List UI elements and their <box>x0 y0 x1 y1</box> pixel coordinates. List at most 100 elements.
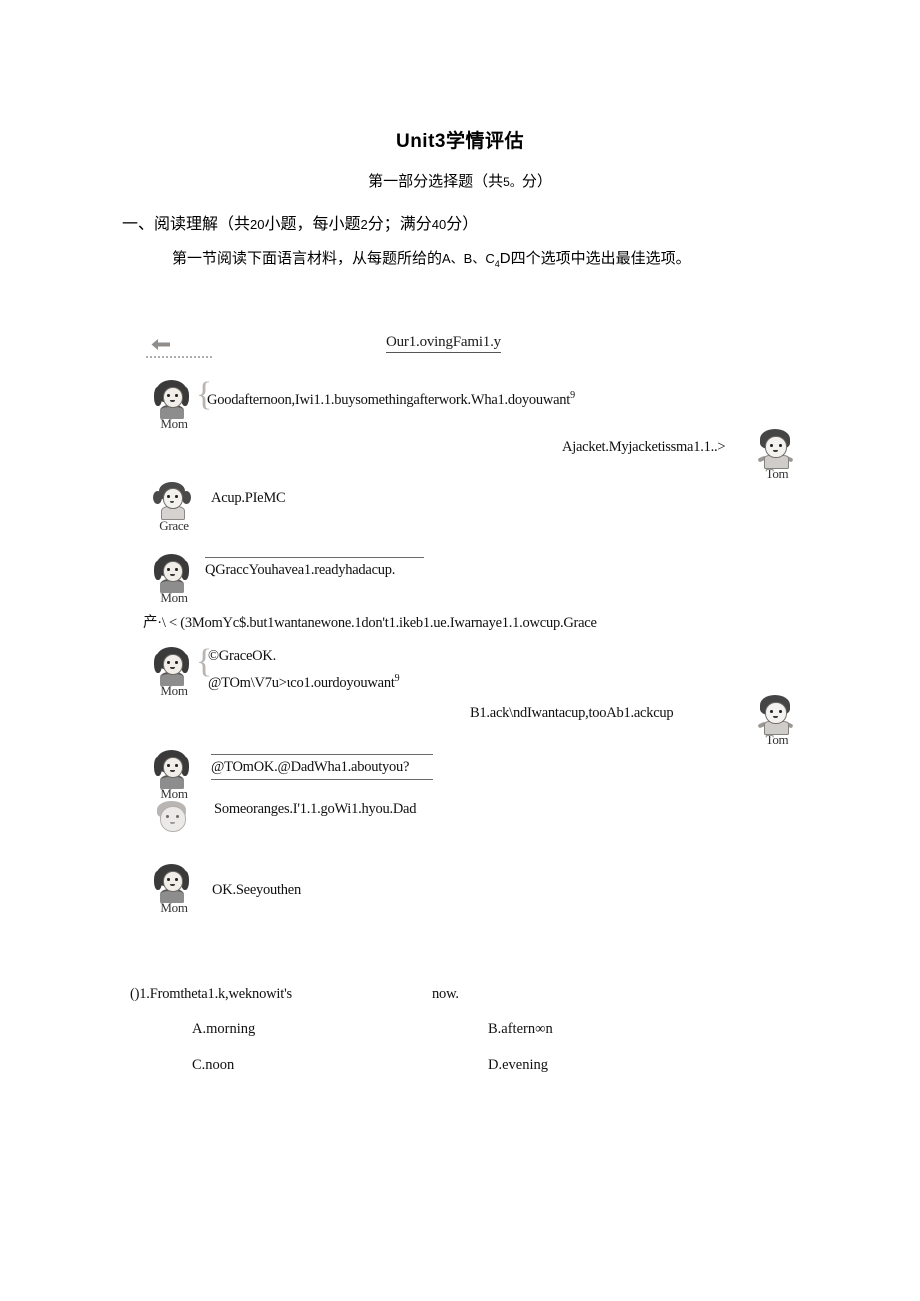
eye-right <box>175 764 178 767</box>
part-subtitle-post: 分） <box>521 173 552 190</box>
page-title: Unit3学情评估 <box>395 131 524 152</box>
face-shape <box>163 387 183 408</box>
eye-left <box>167 394 170 397</box>
chat-message-6-line1: ©GraceOK. <box>208 646 276 667</box>
eye-right <box>779 710 782 713</box>
chat-message-5-text: 产·\ < (3MomYc$.but1wantanewone.1don't1.i… <box>143 615 597 631</box>
eye-right <box>175 495 178 498</box>
section-heading: 一、阅读理解（共20小题，每小题2分；满分40分） <box>122 210 478 234</box>
section-subheading: 第一节阅读下面语言材料，从每题所给的A、B、C4D四个选项中选出最佳选项。 <box>172 247 691 269</box>
face-shape <box>765 436 787 458</box>
eye-left <box>167 878 170 881</box>
avatar-face-tom <box>755 694 795 735</box>
chat-message-5: 产·\ < (3MomYc$.but1wantanewone.1don't1.i… <box>143 613 597 634</box>
hair-side-left <box>154 387 162 406</box>
avatar-mom-2: Mom <box>152 552 192 608</box>
hair-side-left <box>154 561 162 580</box>
avatar-face-mom <box>152 645 192 686</box>
face-shape <box>163 561 183 582</box>
chat-message-4: QGraccYouhavea1.readyhadacup. <box>205 557 424 581</box>
eye-right <box>175 661 178 664</box>
chat-message-9: Someoranges.I'1.1.goWi1.hyou.Dad <box>214 799 416 820</box>
hair-side-left <box>154 757 162 776</box>
avatar-label-tom: Tom <box>765 466 789 481</box>
avatar-face-mom <box>152 862 192 903</box>
chat-message-8: @TOmOK.@DadWha1.aboutyou? <box>211 754 433 780</box>
question-1-stem: ()1.Fromtheta1.k,weknowit's <box>130 986 292 1002</box>
chat-message-4-text: QGraccYouhavea1.readyhadacup. <box>205 562 396 578</box>
section-heading-mid: 小题，每小题 <box>264 216 361 233</box>
eye-right <box>176 815 179 818</box>
worksheet-page: Unit3学情评估 第一部分选择题（共5。分） 一、阅读理解（共20小题，每小题… <box>0 0 920 1301</box>
section-subheading-options: A、B、C <box>442 251 495 266</box>
section-heading-total: 40 <box>431 217 447 232</box>
eye-right <box>175 394 178 397</box>
avatar-face-mom <box>152 748 192 789</box>
avatar-mom-4: Mom <box>152 748 192 804</box>
eye-right <box>175 878 178 881</box>
pigtail-right <box>182 491 191 504</box>
eye-right <box>175 568 178 571</box>
chat-message-2: Ajacket.Myjacketissma1.1..> <box>562 437 726 458</box>
section-heading-pre: 一、阅读理解（共 <box>122 216 251 233</box>
question-1-trailing: now. <box>432 986 459 1002</box>
chat-message-6-line1-text: ©GraceOK. <box>208 648 276 664</box>
avatar-grace-1: Grace <box>152 480 192 536</box>
chat-message-7-text: B1.ack\ndIwantacup,tooAb1.ackcup <box>470 705 674 721</box>
section-subheading-b: D四个选项中选出最佳选项。 <box>499 250 691 267</box>
eye-left <box>167 568 170 571</box>
chat-header-title: Our1.ovingFami1.y <box>386 334 501 353</box>
question-1-option-c[interactable]: C.noon <box>192 1057 234 1074</box>
question-1-option-b[interactable]: B.aftern∞n <box>488 1021 553 1038</box>
face-shape <box>160 806 186 832</box>
avatar-tom-2: Tom <box>755 694 795 750</box>
left-arrow-icon[interactable] <box>150 338 172 351</box>
section-subheading-a: 第一节阅读下面语言材料，从每题所给的 <box>172 250 443 267</box>
chat-message-3-text: Acup.PIeMC <box>211 490 286 506</box>
face-shape <box>163 654 183 675</box>
eye-left <box>166 815 169 818</box>
avatar-label-mom: Mom <box>160 416 188 431</box>
chat-message-10: OK.Seeyouthen <box>212 880 301 901</box>
avatar-label-grace: Grace <box>159 518 189 533</box>
eye-left <box>167 495 170 498</box>
chat-message-3: Acup.PIeMC <box>211 488 286 509</box>
avatar-face-tom <box>755 428 795 469</box>
avatar-face-dad <box>152 798 192 838</box>
avatar-mom: Mom <box>152 378 192 434</box>
eye-left <box>167 661 170 664</box>
avatar-face-mom <box>152 378 192 419</box>
chat-message-1-text: Goodafternoon,Iwi1.1.buysomethingafterwo… <box>207 391 571 408</box>
question-1-option-a[interactable]: A.morning <box>192 1021 255 1038</box>
avatar-mom-5: Mom <box>152 862 192 918</box>
chat-message-7: B1.ack\ndIwantacup,tooAb1.ackcup <box>470 703 674 724</box>
hair-side-left <box>154 654 162 673</box>
avatar-label-mom: Mom <box>160 590 188 605</box>
chat-message-9-text: Someoranges.I'1.1.goWi1.hyou.Dad <box>214 801 417 817</box>
eye-left <box>770 710 773 713</box>
face-shape <box>765 702 787 724</box>
face-shape <box>163 757 183 778</box>
eye-left <box>167 764 170 767</box>
eye-left <box>770 444 773 447</box>
section-heading-count: 20 <box>250 217 265 232</box>
hair-side-left <box>154 871 162 890</box>
question-1-option-d[interactable]: D.evening <box>488 1057 548 1074</box>
header-divider <box>146 356 212 358</box>
chat-message-2-text: Ajacket.Myjacketissma1.1..> <box>562 439 726 455</box>
face-shape <box>163 871 183 892</box>
chat-message-10-text: OK.Seeyouthen <box>212 882 301 898</box>
avatar-label-mom: Mom <box>160 683 188 698</box>
eye-right <box>779 444 782 447</box>
avatar-face-mom <box>152 552 192 593</box>
chat-message-1-sup: 9 <box>570 390 575 401</box>
avatar-label-mom: Mom <box>160 900 188 915</box>
part-subtitle: 第一部分选择题（共5。分） <box>0 170 920 191</box>
section-heading-mid2: 分；满分 <box>367 216 432 233</box>
face-shape <box>163 488 183 509</box>
chat-message-8-text: @TOmOK.@DadWha1.aboutyou? <box>211 759 410 775</box>
part-subtitle-pre: 第一部分选择题（共 <box>368 173 504 190</box>
avatar-label-tom: Tom <box>765 732 789 747</box>
pigtail-left <box>153 491 162 504</box>
part-subtitle-score: 5。 <box>503 175 522 189</box>
